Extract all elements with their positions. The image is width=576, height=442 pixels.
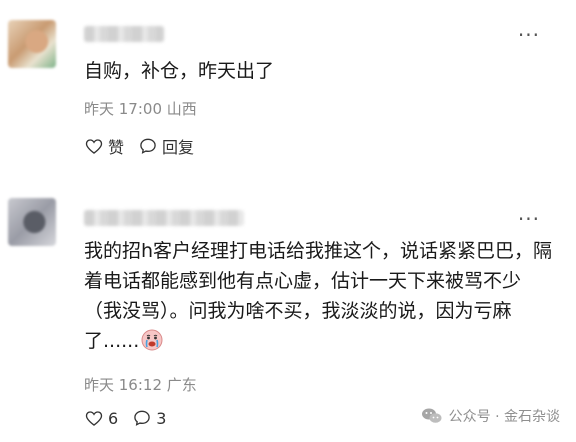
like-button[interactable]: 赞	[84, 134, 124, 158]
crying-face-emoji	[141, 329, 163, 351]
comment-meta: 昨天 16:12 广东	[84, 374, 197, 395]
watermark: 公众号 · 金石杂谈	[421, 406, 560, 426]
comment-time: 昨天 17:00	[84, 100, 162, 118]
reply-count: 3	[156, 408, 167, 428]
comment-actions: 赞 回复	[84, 134, 194, 158]
username-blurred[interactable]	[84, 26, 164, 42]
comment-bubble-icon	[132, 408, 152, 428]
comment-bubble-icon	[138, 136, 158, 156]
watermark-text: 公众号 · 金石杂谈	[448, 409, 560, 425]
avatar[interactable]	[8, 198, 56, 246]
like-label: 赞	[108, 138, 125, 157]
comment-meta: 昨天 17:00 山西	[84, 98, 197, 119]
username-blurred[interactable]	[84, 210, 244, 226]
comment-location: 山西	[166, 100, 197, 118]
comment-text: 自购，补仓，昨天出了	[84, 60, 275, 82]
comment-actions: 6 3	[84, 408, 166, 428]
comment-text: 我的招h客户经理打电话给我推这个，说话紧紧巴巴，隔着电话都能感到他有点心虚，估计…	[84, 236, 554, 356]
avatar[interactable]	[8, 20, 56, 68]
like-count: 6	[108, 408, 119, 428]
thumb-up-icon	[84, 136, 104, 156]
reply-button[interactable]: 回复	[138, 134, 194, 158]
thumb-up-icon	[84, 408, 104, 428]
like-button[interactable]: 6	[84, 408, 118, 428]
comment-item: ··· 自购，补仓，昨天出了 昨天 17:00 山西 赞 回复	[0, 0, 576, 190]
reply-label: 回复	[162, 138, 195, 157]
wechat-icon	[421, 407, 443, 425]
comment-time: 昨天 16:12	[84, 376, 162, 394]
more-icon[interactable]: ···	[518, 209, 540, 229]
comment-location: 广东	[166, 376, 197, 394]
comment-item: ··· 我的招h客户经理打电话给我推这个，说话紧紧巴巴，隔着电话都能感到他有点心…	[0, 190, 576, 442]
reply-button[interactable]: 3	[132, 408, 166, 428]
more-icon[interactable]: ···	[518, 25, 540, 45]
